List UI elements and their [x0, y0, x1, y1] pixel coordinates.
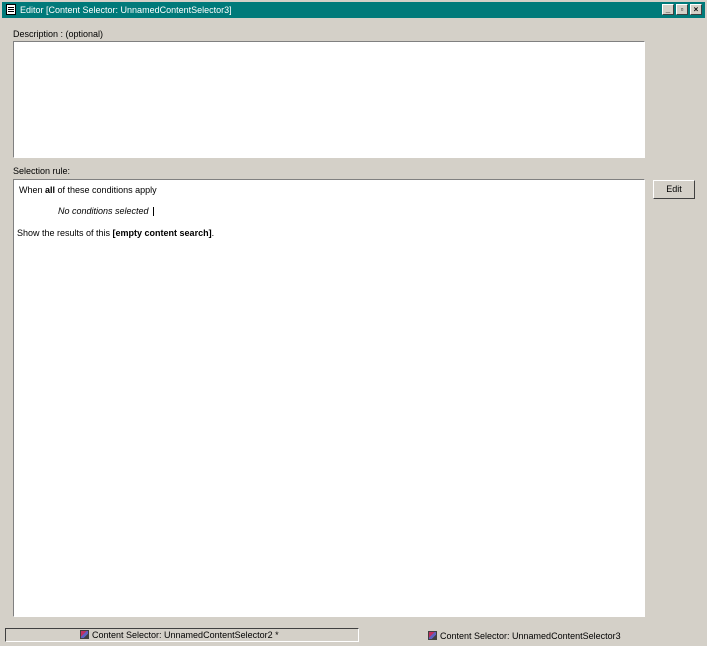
content-search-link[interactable]: [empty content search]	[113, 228, 212, 238]
text-caret	[152, 207, 154, 217]
description-textarea[interactable]	[13, 41, 645, 158]
title-bar[interactable]: Editor [Content Selector: UnnamedContent…	[2, 2, 705, 18]
results-prefix: Show the results of this	[17, 228, 113, 238]
edit-button[interactable]: Edit	[653, 180, 695, 199]
selection-rule-label: Selection rule:	[13, 166, 71, 176]
selection-rule-panel: When all of these conditions apply No co…	[13, 179, 645, 617]
description-label: Description : (optional)	[13, 29, 104, 39]
maximize-icon[interactable]: ▫	[676, 4, 688, 15]
window-title: Editor [Content Selector: UnnamedContent…	[20, 5, 232, 15]
document-icon	[6, 4, 16, 15]
no-conditions-line: No conditions selected	[58, 206, 154, 217]
editor-window: Editor [Content Selector: UnnamedContent…	[0, 0, 707, 646]
content-selector-icon	[428, 631, 437, 641]
content-selector-icon	[80, 630, 89, 640]
taskbar-tab-selector3[interactable]: Content Selector: UnnamedContentSelector…	[428, 630, 688, 644]
results-rule-line: Show the results of this [empty content …	[17, 228, 214, 239]
conditions-mode-link[interactable]: all	[45, 185, 55, 195]
taskbar-tab-selector2-label: Content Selector: UnnamedContentSelector…	[92, 630, 279, 640]
conditions-prefix: When	[19, 185, 46, 195]
taskbar-tab-selector2[interactable]: Content Selector: UnnamedContentSelector…	[5, 628, 359, 642]
no-conditions-text: No conditions selected	[58, 206, 149, 216]
close-icon[interactable]: ×	[690, 4, 702, 15]
results-suffix: .	[211, 228, 215, 238]
minimize-icon[interactable]: _	[662, 4, 674, 15]
conditions-rule-line: When all of these conditions apply	[19, 185, 157, 196]
window-controls: _ ▫ ×	[662, 4, 702, 15]
taskbar-tab-selector3-label: Content Selector: UnnamedContentSelector…	[440, 631, 621, 641]
conditions-suffix: of these conditions apply	[55, 185, 157, 195]
